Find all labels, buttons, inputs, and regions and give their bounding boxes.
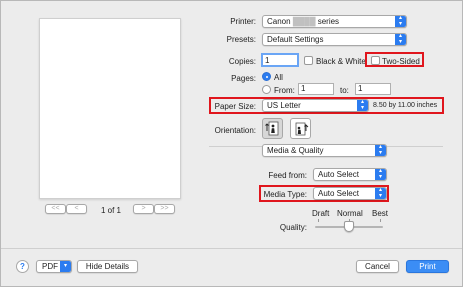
portrait-button[interactable] [262, 118, 283, 139]
feed-from-value: Auto Select [318, 170, 359, 179]
presets-popup[interactable]: Default Settings ▴ ▾ [262, 33, 407, 46]
pdf-menu-button[interactable]: PDF ▾ [36, 260, 72, 273]
printer-name: Canon [267, 17, 291, 26]
landscape-orientation-icon [295, 122, 309, 136]
hide-details-button[interactable]: Hide Details [77, 260, 138, 273]
chevron-down-icon: ▾ [60, 261, 71, 272]
printer-popup[interactable]: Canon ████ series ▴ ▾ [262, 15, 407, 28]
quality-best-label: Best [372, 209, 389, 218]
printer-series: series [317, 17, 340, 26]
pages-label: Pages: [231, 74, 256, 83]
portrait-orientation-icon [265, 121, 279, 136]
media-type-label: Media Type: [263, 190, 307, 199]
quality-draft-label: Draft [312, 209, 330, 218]
feed-from-popup[interactable]: Auto Select ▴ ▾ [313, 168, 387, 181]
two-sided-label: Two-Sided [382, 57, 420, 66]
paper-size-popup[interactable]: US Letter ▴ ▾ [262, 99, 369, 112]
presets-value: Default Settings [267, 35, 324, 44]
media-type-value: Auto Select [318, 189, 359, 198]
pages-to-label: to: [340, 86, 349, 95]
paper-dimensions: 8.50 by 11.00 inches [373, 102, 438, 109]
updown-chevron-icon: ▴ ▾ [375, 169, 386, 180]
printer-model-redacted: ████ [292, 17, 316, 26]
pages-from-label: From: [274, 86, 295, 95]
bottom-separator [1, 248, 462, 249]
copies-field[interactable]: 1 [261, 53, 299, 67]
updown-chevron-icon: ▴ ▾ [375, 188, 386, 199]
updown-chevron-icon: ▴ ▾ [375, 145, 386, 156]
pages-from-field[interactable]: 1 [298, 83, 334, 95]
two-sided-checkbox[interactable] [371, 56, 380, 65]
pages-all-radio[interactable] [262, 72, 271, 81]
pages-to-field[interactable]: 1 [355, 83, 391, 95]
paper-size-label: Paper Size: [214, 102, 256, 111]
print-button[interactable]: Print [406, 260, 449, 273]
quality-normal-label: Normal [337, 209, 363, 218]
section-value: Media & Quality [267, 146, 324, 155]
print-dialog: << < 1 of 1 > >> Printer: Canon ████ ser… [0, 0, 463, 287]
presets-label: Presets: [226, 35, 256, 44]
black-white-checkbox[interactable] [304, 56, 313, 65]
feed-from-label: Feed from: [268, 171, 307, 180]
quality-tick-draft [318, 219, 319, 222]
copies-label: Copies: [228, 57, 256, 66]
next-page-button[interactable]: > [133, 204, 154, 214]
printer-label: Printer: [230, 17, 256, 26]
updown-chevron-icon: ▴ ▾ [395, 16, 406, 27]
orientation-label: Orientation: [214, 126, 256, 135]
pages-range-radio[interactable] [262, 85, 271, 94]
pages-all-label: All [274, 73, 283, 82]
quality-label: Quality: [279, 223, 307, 232]
quality-tick-best [380, 219, 381, 222]
last-page-button[interactable]: >> [154, 204, 175, 214]
black-white-label: Black & White [316, 57, 366, 66]
updown-chevron-icon: ▴ ▾ [357, 100, 368, 111]
section-popup[interactable]: Media & Quality ▴ ▾ [262, 144, 387, 157]
previous-page-button[interactable]: < [66, 204, 87, 214]
first-page-button[interactable]: << [45, 204, 66, 214]
help-button[interactable]: ? [16, 260, 29, 273]
updown-chevron-icon: ▴ ▾ [395, 34, 406, 45]
cancel-button[interactable]: Cancel [356, 260, 399, 273]
pdf-label: PDF [42, 262, 58, 271]
quality-slider-thumb[interactable] [344, 221, 354, 232]
landscape-button[interactable] [290, 118, 311, 139]
media-type-popup[interactable]: Auto Select ▴ ▾ [313, 187, 387, 200]
page-preview [39, 18, 181, 199]
page-counter: 1 of 1 [100, 206, 121, 215]
paper-size-value: US Letter [267, 101, 301, 110]
